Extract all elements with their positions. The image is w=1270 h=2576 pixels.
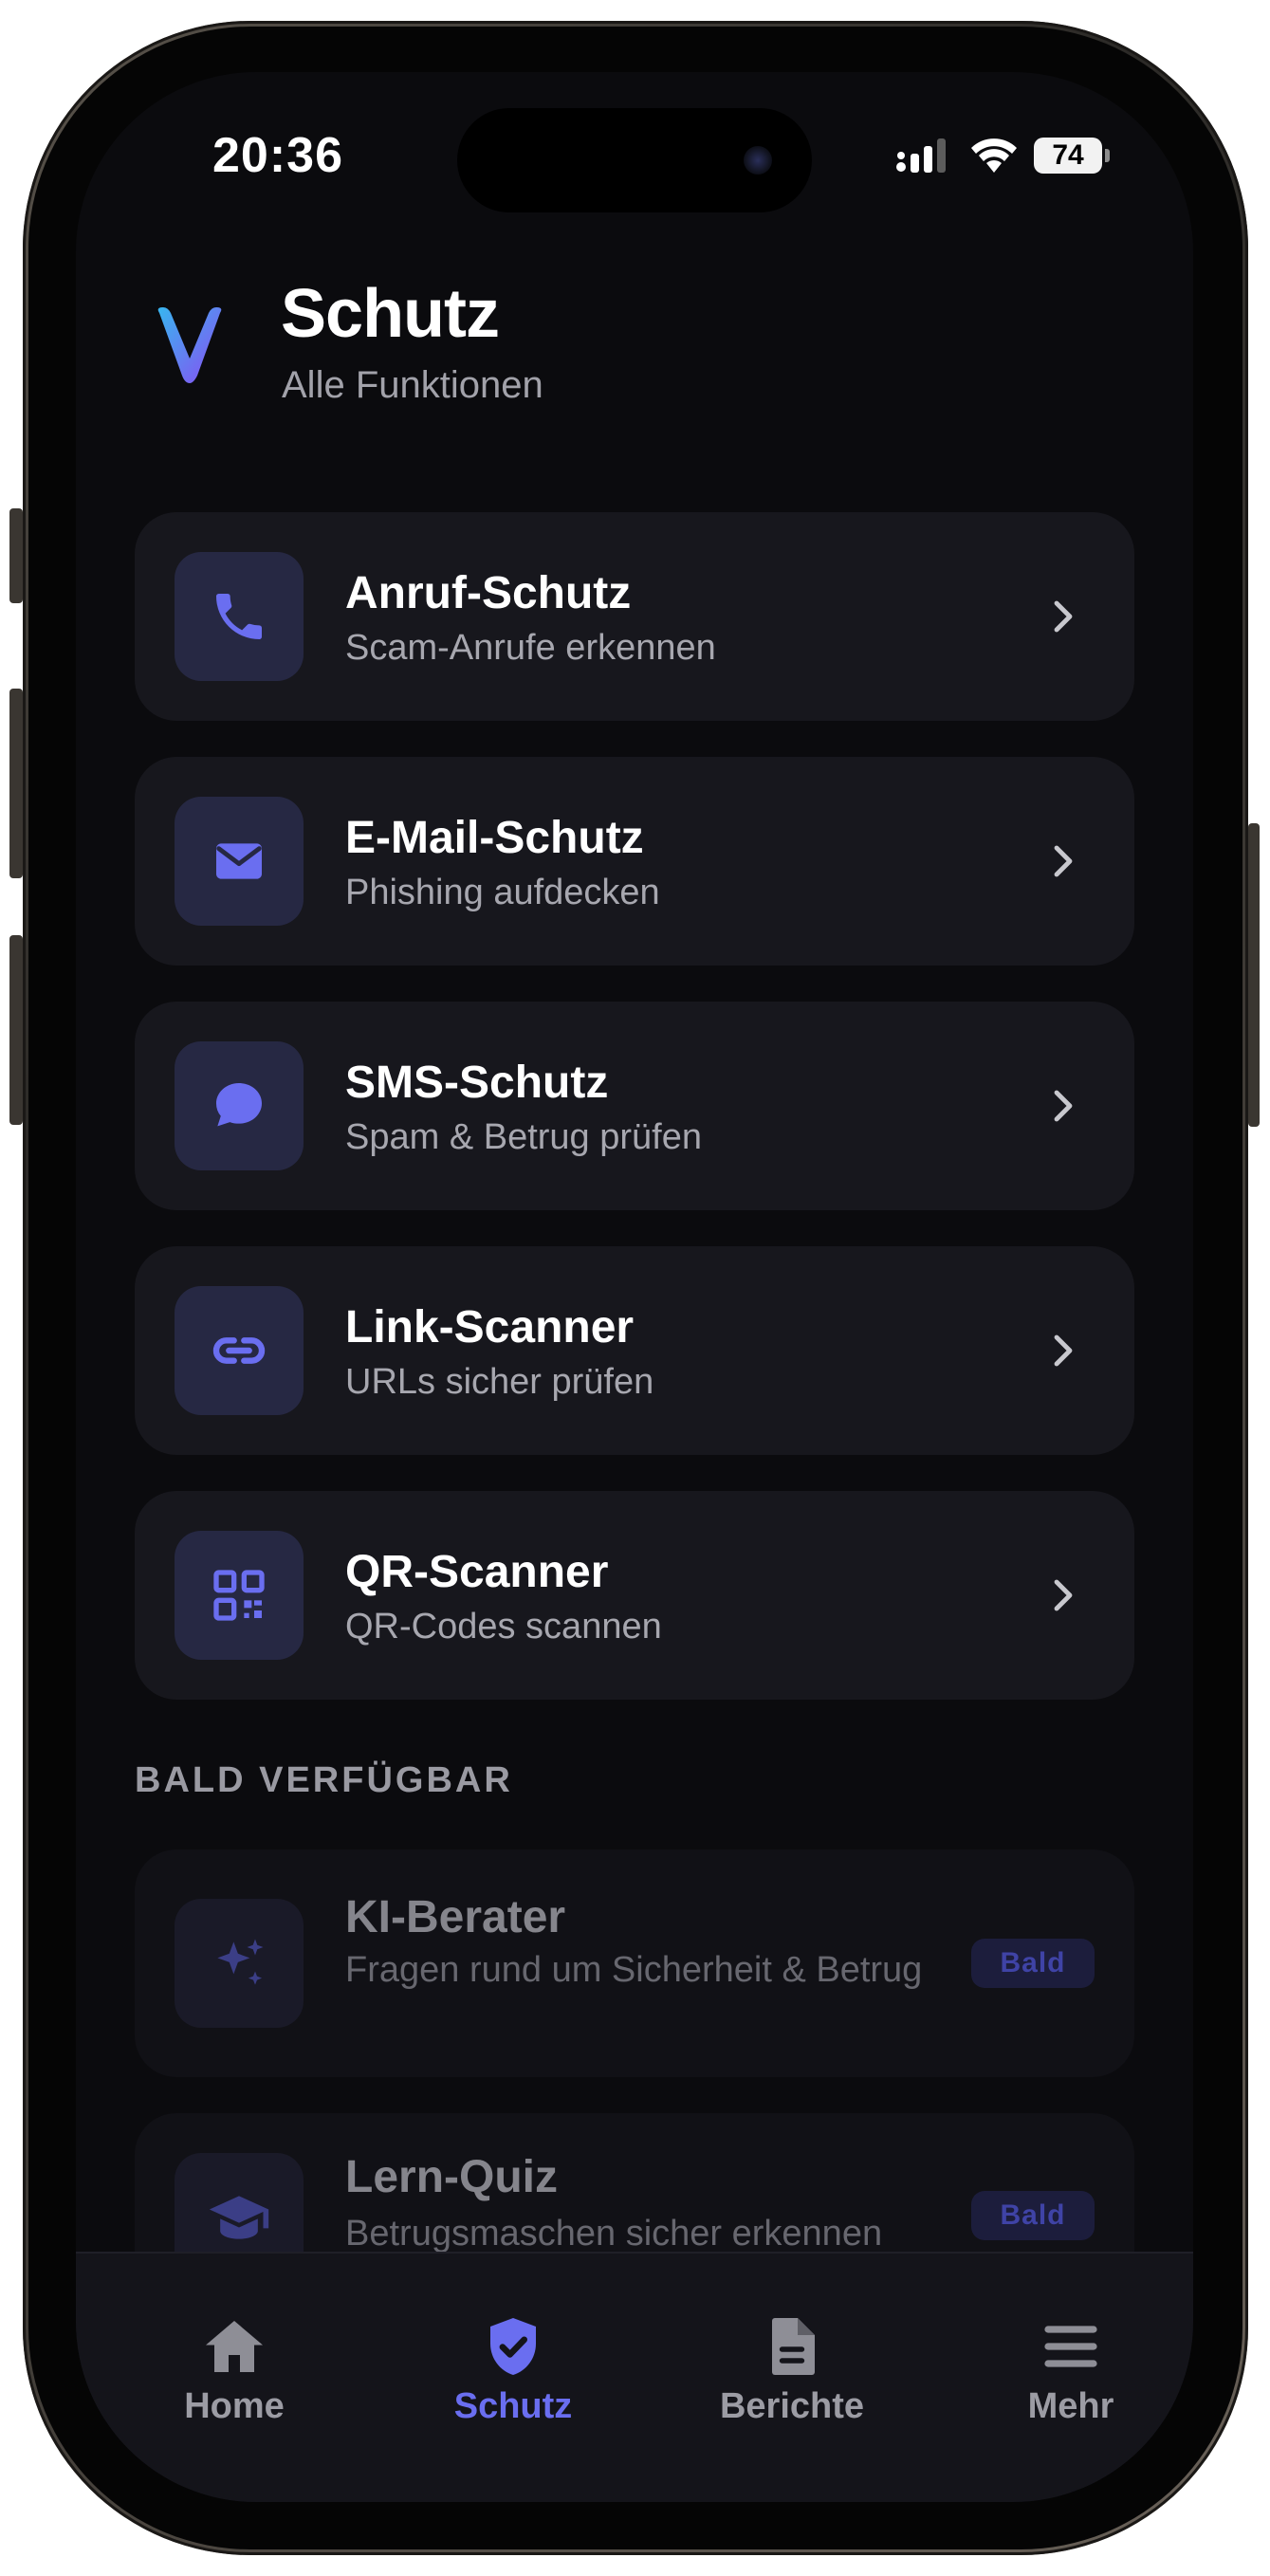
chevron-right-icon	[1054, 1090, 1073, 1122]
dynamic-island	[457, 108, 812, 212]
feature-subtitle: Spam & Betrug prüfen	[345, 1117, 702, 1157]
chevron-right-icon	[1054, 600, 1073, 633]
feature-subtitle: Phishing aufdecken	[345, 873, 660, 912]
feature-card-call-protection[interactable]: Anruf-Schutz Scam-Anrufe erkennen	[135, 512, 1134, 721]
camera-icon	[744, 146, 772, 175]
action-button	[9, 508, 23, 603]
feature-card-qr-scanner[interactable]: QR-Scanner QR-Codes scannen	[135, 1491, 1134, 1700]
power-button	[1248, 823, 1260, 1127]
feature-title: SMS-Schutz	[345, 1058, 609, 1108]
feature-subtitle: QR-Codes scannen	[345, 1607, 662, 1647]
link-icon	[212, 1337, 266, 1364]
chevron-right-icon	[1054, 845, 1073, 877]
feature-title: QR-Scanner	[345, 1547, 609, 1597]
feature-title: Lern-Quiz	[345, 2152, 558, 2202]
chat-bubble-icon	[215, 1083, 262, 1127]
wifi-icon	[971, 138, 1017, 173]
status-time: 20:36	[212, 128, 343, 183]
volume-down-button	[9, 935, 23, 1125]
feature-card-ai-advisor: KI-Berater Fragen rund um Sicherheit & B…	[135, 1849, 1134, 2077]
phone-icon	[216, 594, 262, 639]
sparkles-icon	[217, 1939, 264, 1985]
graduation-cap-icon	[209, 2196, 269, 2239]
document-icon	[772, 2318, 815, 2375]
feature-card-link-scanner[interactable]: Link-Scanner URLs sicher prüfen	[135, 1246, 1134, 1455]
feature-title: E-Mail-Schutz	[345, 813, 644, 863]
chevron-right-icon	[1054, 1334, 1073, 1367]
section-label-coming-soon: BALD VERFÜGBAR	[135, 1760, 513, 1800]
battery-level: 74	[1052, 139, 1084, 171]
feature-subtitle: URLs sicher prüfen	[345, 1362, 654, 1402]
tab-label: Berichte	[719, 2386, 865, 2426]
feature-card-email-protection[interactable]: E-Mail-Schutz Phishing aufdecken	[135, 757, 1134, 966]
page-title: Schutz	[281, 276, 500, 352]
status-indicators: 74	[895, 135, 1110, 176]
tab-label: Schutz	[453, 2386, 573, 2426]
feature-title: Link-Scanner	[345, 1302, 635, 1352]
tab-mehr[interactable]: Mehr	[962, 2312, 1180, 2427]
home-icon	[206, 2321, 263, 2372]
qr-code-icon	[213, 1570, 265, 1621]
tab-label: Home	[184, 2386, 285, 2426]
feature-subtitle: Betrugsmaschen sicher erkennen	[345, 2214, 883, 2254]
menu-icon	[1044, 2326, 1097, 2367]
app-screen: 20:36 74 Schutz Alle Funktionen Anruf-Sc…	[76, 72, 1193, 2502]
tab-berichte[interactable]: Berichte	[683, 2312, 901, 2427]
tab-home[interactable]: Home	[125, 2312, 343, 2427]
page-subtitle: Alle Funktionen	[282, 364, 543, 406]
tab-label: Mehr	[1027, 2386, 1114, 2426]
volume-up-button	[9, 689, 23, 878]
feature-subtitle: Fragen rund um Sicherheit & Betrug	[345, 1950, 923, 1990]
battery-indicator: 74	[1034, 138, 1110, 174]
coming-soon-badge: Bald	[971, 2191, 1095, 2240]
mail-icon	[216, 843, 262, 879]
feature-title: Anruf-Schutz	[345, 568, 632, 618]
app-logo	[157, 307, 222, 383]
coming-soon-badge: Bald	[971, 1939, 1095, 1988]
tab-schutz[interactable]: Schutz	[404, 2312, 622, 2427]
feature-title: KI-Berater	[345, 1892, 566, 1942]
bottom-tab-bar: Home Schutz Berichte Mehr	[76, 2252, 1193, 2502]
feature-subtitle: Scam-Anrufe erkennen	[345, 628, 716, 668]
cellular-signal-icon	[896, 138, 946, 173]
feature-card-sms-protection[interactable]: SMS-Schutz Spam & Betrug prüfen	[135, 1002, 1134, 1210]
shield-check-icon	[490, 2318, 536, 2375]
chevron-right-icon	[1054, 1579, 1073, 1611]
